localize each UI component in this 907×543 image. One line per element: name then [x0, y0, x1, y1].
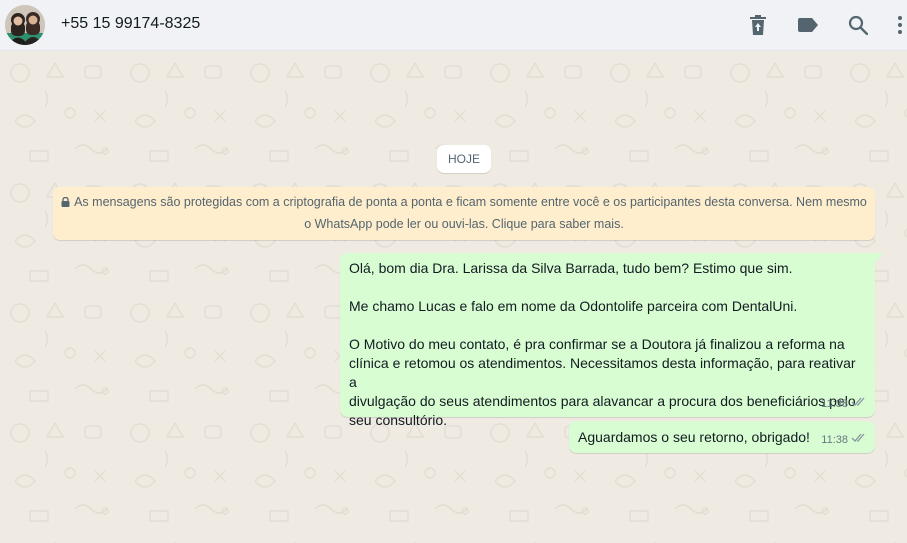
- message-time: 11:38: [821, 434, 848, 446]
- date-separator: HOJE: [437, 145, 491, 173]
- encryption-notice[interactable]: As mensagens são protegidas com a cripto…: [53, 187, 875, 240]
- double-check-icon: [851, 431, 867, 450]
- message-line: [349, 278, 866, 297]
- label-icon[interactable]: [796, 13, 820, 37]
- message-meta: 11:38: [821, 395, 867, 414]
- delete-icon[interactable]: [746, 13, 770, 37]
- bubble-tail: [875, 253, 883, 263]
- message-line: Olá, bom dia Dra. Larissa da Silva Barra…: [349, 260, 793, 276]
- message-meta: 11:38: [821, 431, 867, 450]
- message-line: O Motivo do meu contato, é pra confirmar…: [349, 336, 845, 352]
- search-icon[interactable]: [846, 13, 870, 37]
- message-line: [349, 316, 866, 335]
- lock-icon: [61, 193, 70, 214]
- message-time: 11:38: [821, 398, 848, 410]
- chat-header: +55 15 99174-8325: [0, 0, 907, 51]
- encryption-notice-line1: As mensagens são protegidas com a cripto…: [74, 195, 867, 209]
- chat-area: HOJE As mensagens são protegidas com a c…: [0, 51, 907, 543]
- contact-avatar[interactable]: [5, 5, 45, 45]
- message-line: Me chamo Lucas e falo em nome da Odontol…: [349, 298, 798, 314]
- encryption-notice-line2: o WhatsApp pode ler ou ouvi-las. Clique …: [304, 217, 624, 231]
- more-icon[interactable]: [893, 13, 907, 37]
- outgoing-message[interactable]: Aguardamos o seu retorno, obrigado! 11:3…: [569, 421, 875, 453]
- double-check-icon: [851, 395, 867, 414]
- outgoing-message[interactable]: Olá, bom dia Dra. Larissa da Silva Barra…: [340, 253, 883, 428]
- message-line: divulgação do seus atendimentos para ala…: [349, 393, 856, 409]
- contact-name[interactable]: +55 15 99174-8325: [61, 15, 200, 33]
- message-line: clínica e retomou os atendimentos. Neces…: [349, 355, 860, 390]
